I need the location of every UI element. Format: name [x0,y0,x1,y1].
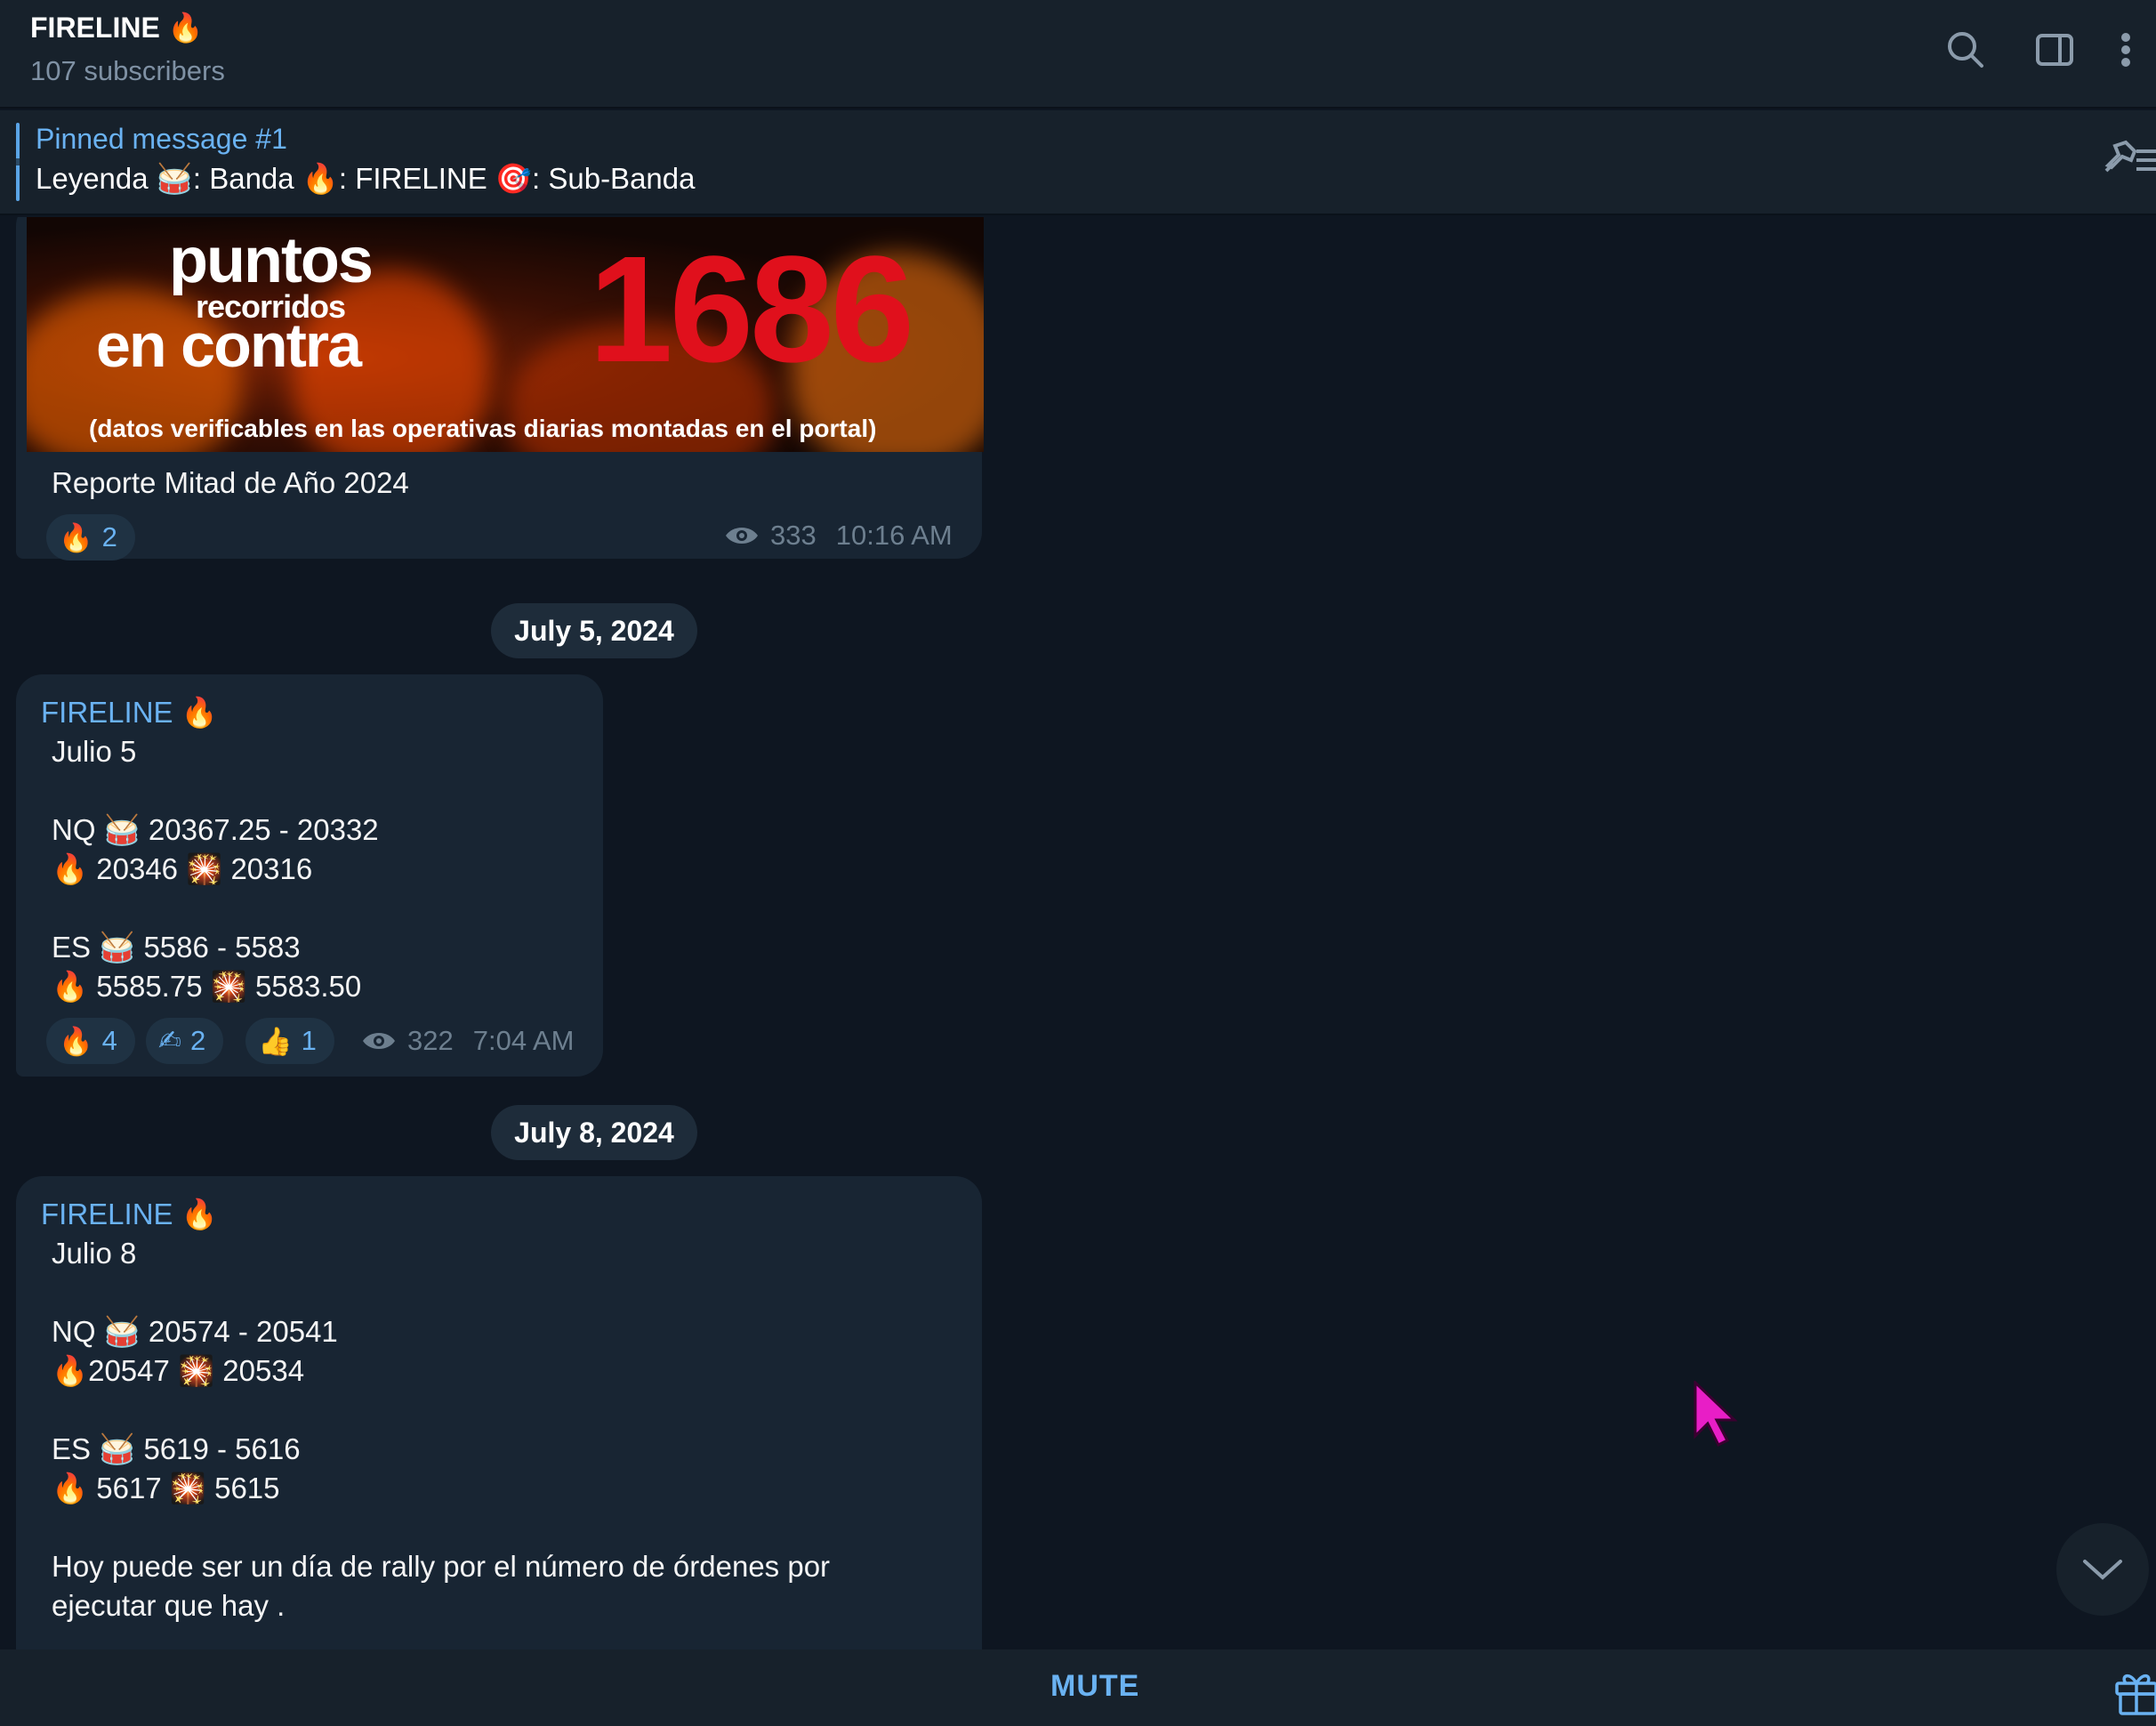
message-meta: 333 10:16 AM [724,520,953,552]
message-author[interactable]: FIRELINE 🔥 [41,1198,218,1232]
reaction-thumbs-up[interactable]: 👍 1 [245,1018,334,1064]
fire-icon: 🔥 [59,521,93,554]
pinned-text: Leyenda 🥁: Banda 🔥: FIRELINE 🎯: Sub-Band… [36,162,696,195]
message-bubble[interactable]: FIRELINE 🔥 Julio 8 NQ 🥁 20574 - 20541 🔥2… [16,1176,982,1649]
reaction-count: 1 [301,1025,317,1056]
reaction-count: 2 [101,521,117,552]
scroll-to-bottom-button[interactable] [2056,1523,2149,1616]
chevron-down-icon [2083,1560,2122,1580]
message-line: NQ 🥁 20367.25 - 20332 [52,813,379,846]
message-feed[interactable]: puntos recorridos en contra 1686 (datos … [0,217,2156,1649]
reaction-count: 2 [189,1025,206,1056]
message-time: 10:16 AM [835,520,953,551]
view-count: 322 [407,1025,454,1056]
reaction-count: 4 [101,1025,117,1056]
message-line: ejecutar que hay . [52,1589,286,1622]
thumbs-up-icon: 👍 [258,1025,293,1058]
views-eye-icon [363,1033,395,1049]
mouse-cursor-icon [1693,1381,1738,1447]
pinned-list-icon[interactable] [2096,133,2156,187]
message-meta: 322 7:04 AM [361,1025,574,1057]
chat-header: FIRELINE 🔥 107 subscribers [0,0,2156,109]
sidebar-toggle-icon[interactable] [2030,25,2080,75]
image-text-en-contra: en contra [96,311,362,380]
message-line: 🔥 20346 🎇 20316 [52,852,313,885]
subscriber-count: 107 subscribers [30,55,225,86]
search-icon[interactable] [1941,25,1991,75]
message-line: Hoy puede ser un día de rally por el núm… [52,1550,831,1583]
message-bubble[interactable]: FIRELINE 🔥 Julio 5 NQ 🥁 20367.25 - 20332… [16,674,603,1077]
post-image[interactable]: puntos recorridos en contra 1686 (datos … [27,217,984,452]
channel-title[interactable]: FIRELINE 🔥 [30,11,204,44]
pinned-message-bar[interactable]: Pinned message #1 Leyenda 🥁: Banda 🔥: FI… [0,110,2156,215]
message-line: 🔥20547 🎇 20534 [52,1354,305,1387]
message-line: NQ 🥁 20574 - 20541 [52,1315,338,1348]
reaction-fire[interactable]: 🔥 2 [46,514,135,561]
image-footer: (datos verificables en las operativas di… [89,415,877,442]
image-number: 1686 [589,225,914,394]
more-vert-icon[interactable] [2108,25,2144,75]
image-text-puntos: puntos [169,225,374,296]
date-separator: July 8, 2024 [491,1105,697,1160]
writing-hand-icon: ✍ [158,1025,181,1057]
bottom-bar: MUTE [0,1649,2156,1726]
message-caption: Reporte Mitad de Año 2024 [52,466,409,499]
date-separator: July 5, 2024 [491,603,697,658]
views-eye-icon [726,528,758,544]
view-count: 333 [770,520,817,551]
mute-button[interactable]: MUTE [1050,1669,1139,1704]
message-line: ES 🥁 5619 - 5616 [52,1432,301,1465]
message-time: 7:04 AM [472,1025,575,1056]
message-line: Julio 8 [52,1237,137,1270]
message-line: 🔥 5585.75 🎇 5583.50 [52,970,362,1003]
pinned-indicator [16,123,20,201]
reaction-fire[interactable]: 🔥 4 [46,1018,135,1064]
message-bubble[interactable]: puntos recorridos en contra 1686 (datos … [16,217,984,561]
message-author[interactable]: FIRELINE 🔥 [41,696,218,730]
message-line: 🔥 5617 🎇 5615 [52,1472,280,1504]
fire-icon: 🔥 [59,1025,93,1058]
message-line: Julio 5 [52,735,137,768]
pinned-title: Pinned message #1 [36,123,287,155]
gift-icon[interactable] [2113,1666,2156,1715]
reaction-writing-hand[interactable]: ✍ 2 [146,1018,224,1064]
message-line: ES 🥁 5586 - 5583 [52,931,301,964]
